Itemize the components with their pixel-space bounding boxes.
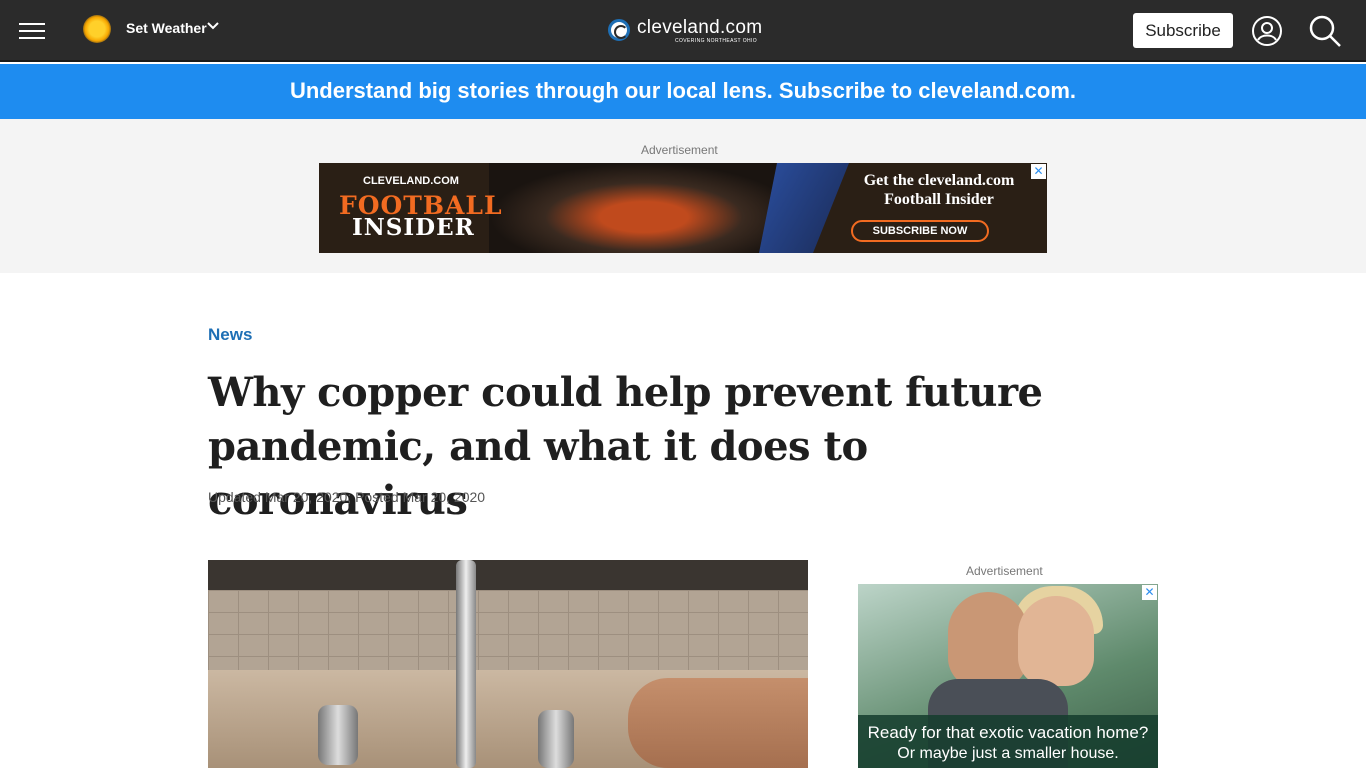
section-kicker[interactable]: News — [208, 325, 252, 345]
ad-player-image — [489, 163, 799, 253]
logo-mark-icon — [608, 19, 630, 41]
site-logo[interactable]: cleveland.com COVERING NORTHEAST OHIO — [608, 16, 768, 48]
logo-name: cleveland.com — [637, 17, 763, 38]
hamburger-menu-icon[interactable] — [19, 23, 45, 41]
hero-mirror — [208, 560, 808, 590]
side-ad-caption-line2: Or maybe just a smaller house. — [897, 745, 1119, 762]
search-icon[interactable] — [1308, 14, 1342, 48]
subscribe-button[interactable]: Subscribe — [1133, 13, 1233, 48]
ad-brand-small: CLEVELAND.COM — [363, 175, 459, 187]
article-dateline: Updated Mar 20, 2020; Posted Mar 20, 202… — [208, 489, 486, 505]
logo-tagline: COVERING NORTHEAST OHIO — [675, 38, 758, 44]
ad-cta-line2: Football Insider — [884, 191, 994, 208]
chevron-down-icon[interactable] — [207, 18, 219, 34]
vacation-home-ad[interactable]: Ready for that exotic vacation home? Or … — [858, 584, 1158, 768]
account-icon[interactable] — [1251, 15, 1283, 47]
hero-knob-right — [538, 710, 574, 768]
subscribe-promo-banner[interactable]: Understand big stories through our local… — [0, 64, 1366, 119]
article-hero-image[interactable] — [208, 560, 808, 768]
hero-faucet — [456, 560, 476, 768]
side-ad-caption-line1: Ready for that exotic vacation home? — [867, 723, 1149, 742]
set-weather-link[interactable]: Set Weather — [126, 20, 207, 36]
sun-weather-icon[interactable] — [83, 15, 111, 43]
side-ad-label: Advertisement — [966, 564, 1043, 578]
hero-tiles — [208, 590, 808, 670]
side-ad-woman — [1018, 596, 1094, 686]
close-icon[interactable]: ✕ — [1142, 585, 1157, 600]
ad-brand-line2: INSIDER — [352, 214, 475, 241]
side-ad-man — [948, 592, 1028, 688]
close-icon[interactable]: ✕ — [1031, 164, 1046, 179]
football-insider-ad[interactable]: CLEVELAND.COM FOOTBALL INSIDER Get the c… — [319, 163, 1047, 253]
ad-subscribe-now-button[interactable]: SUBSCRIBE NOW — [851, 220, 989, 242]
top-ad-label: Advertisement — [641, 143, 718, 157]
top-navigation: Set Weather cleveland.com COVERING NORTH… — [0, 0, 1366, 62]
ad-cta-line1: Get the cleveland.com — [863, 172, 1015, 189]
hero-knob-left — [318, 705, 358, 765]
hero-arm — [628, 678, 808, 768]
